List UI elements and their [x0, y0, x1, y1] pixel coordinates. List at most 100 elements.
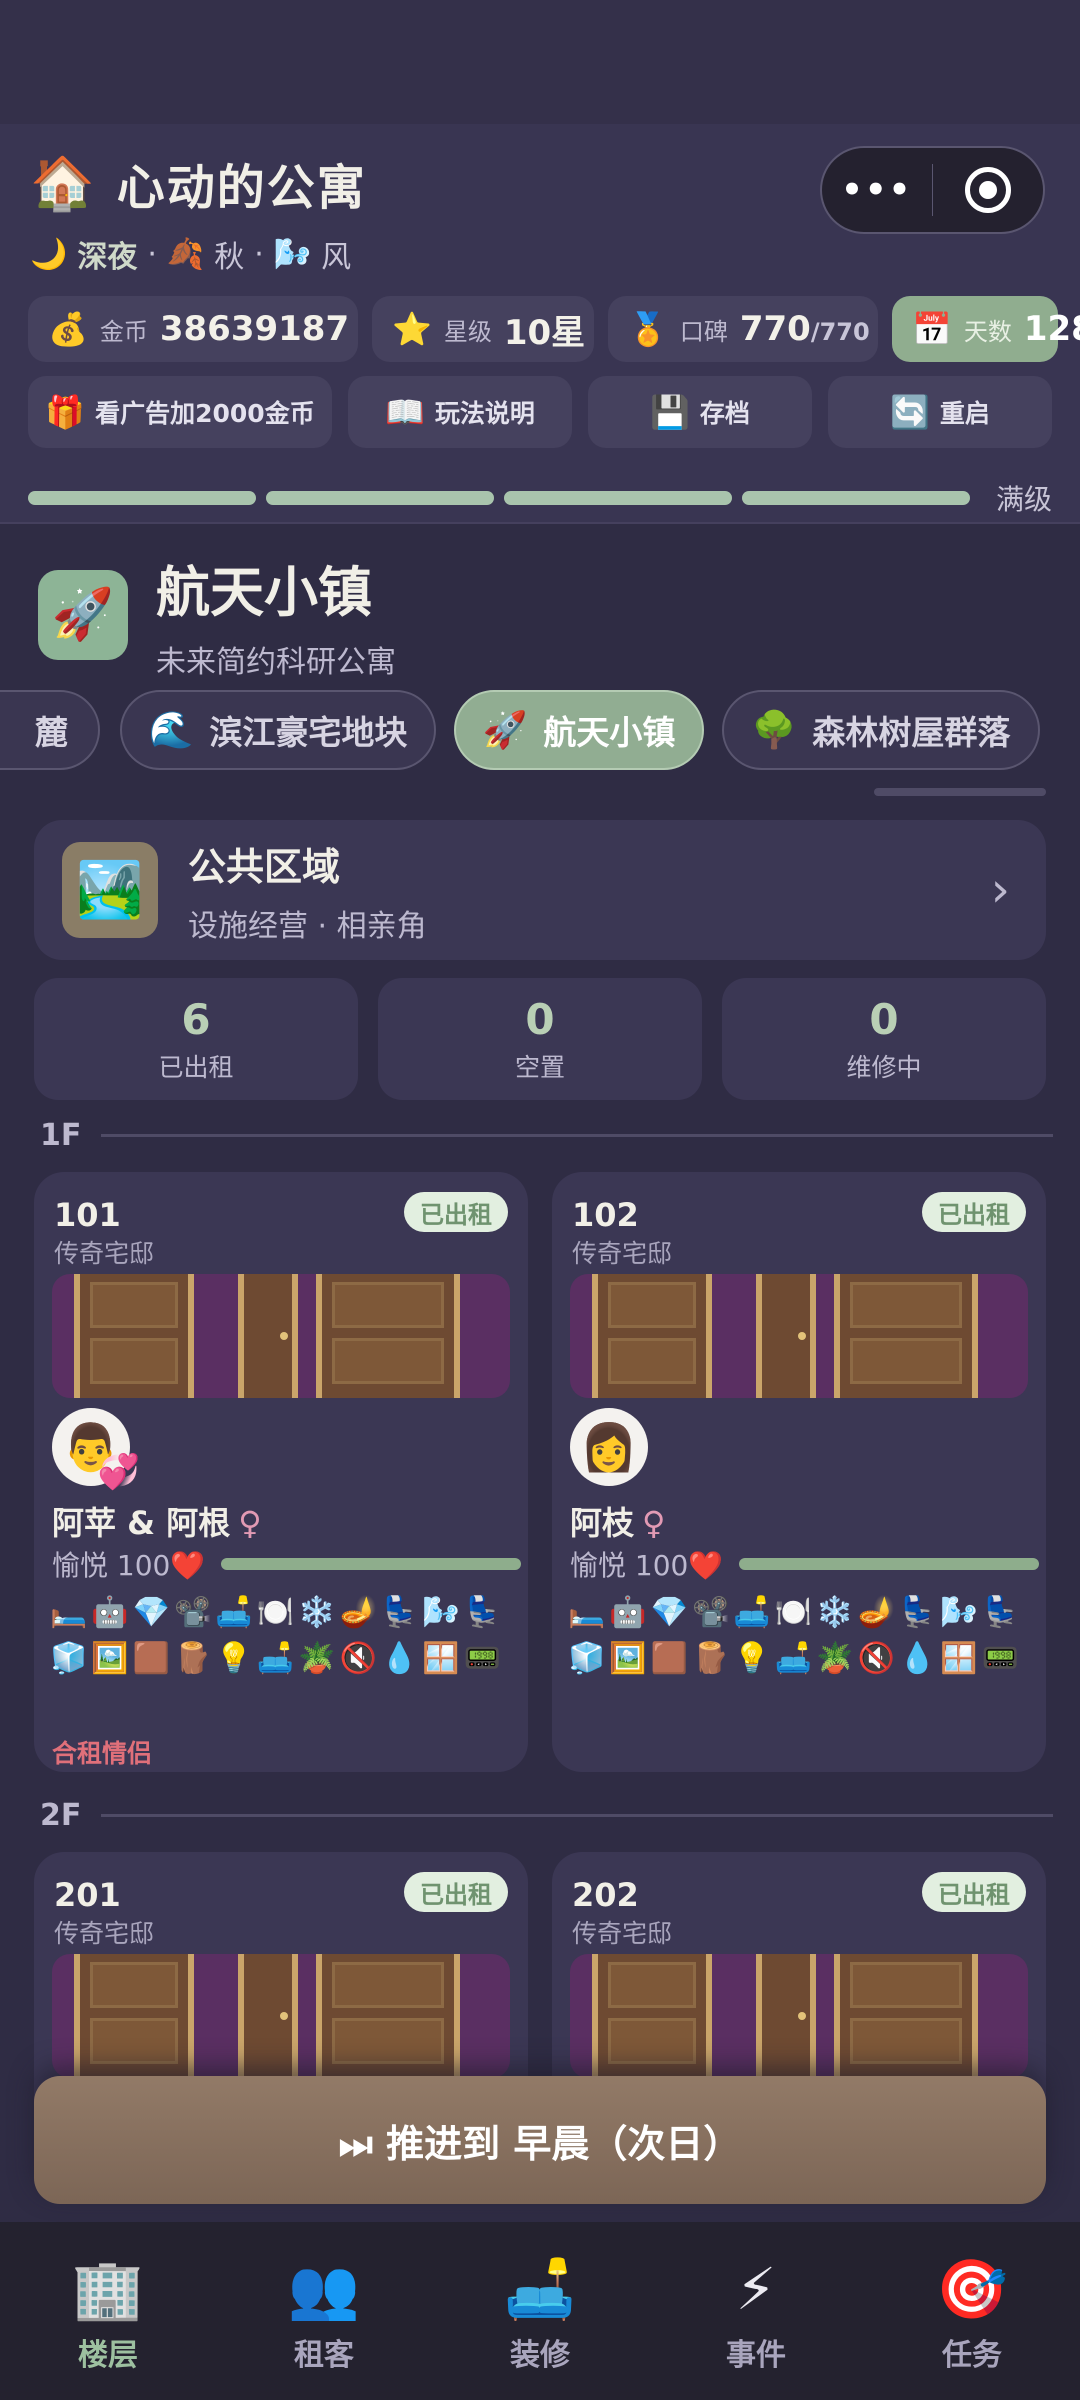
counter-value: 0	[525, 994, 555, 1044]
tab-tasks[interactable]: 🎯 任务	[864, 2222, 1080, 2400]
room-type: 传奇宅邸	[54, 1919, 155, 1948]
mini-program-capsule: •••	[820, 146, 1045, 234]
gift-icon: 🎁	[45, 393, 86, 431]
refresh-icon: 🔄	[890, 393, 930, 431]
wave-icon: 🌊	[148, 710, 194, 751]
tab-label: 事件	[726, 2338, 786, 2373]
watch-ad-button[interactable]: 🎁 看广告加2000金币	[28, 376, 332, 448]
separator: ·	[254, 236, 264, 272]
advance-time-button[interactable]: ⏭ 推进到 早晨（次日）	[34, 2076, 1046, 2204]
room-doors-image	[52, 1274, 510, 1398]
town-subtitle: 未来简约科研公寓	[156, 645, 396, 680]
tenant-avatar: 👨 💞	[52, 1408, 140, 1492]
area-tab-forest[interactable]: 🌳 森林树屋群落	[722, 690, 1040, 770]
area-tab-riverside[interactable]: 🌊 滨江豪宅地块	[120, 690, 436, 770]
star-icon: ⭐	[392, 310, 432, 348]
restart-label: 重启	[939, 399, 990, 428]
status-badge: 已出租	[922, 1872, 1026, 1912]
room-card-102[interactable]: 102 传奇宅邸 已出租 👩 阿枝 ♀ 愉悦 100❤️ 🛏️🤖💎📽️🛋️🍽️❄️…	[552, 1172, 1046, 1772]
repair-counter: 0 维修中	[722, 978, 1046, 1100]
floor-divider	[101, 1814, 1054, 1817]
save-button[interactable]: 💾 存档	[588, 376, 812, 448]
people-icon: 👥	[287, 2255, 361, 2323]
area-scrollbar[interactable]	[874, 788, 1046, 796]
counter-label: 空置	[514, 1052, 565, 1082]
counter-label: 维修中	[846, 1052, 922, 1082]
title-row: 🏠 心动的公寓	[30, 148, 367, 218]
gold-value: 38639187	[159, 309, 350, 349]
room-type: 传奇宅邸	[572, 1919, 673, 1948]
room-number: 201	[54, 1876, 121, 1914]
room-card-101[interactable]: 101 传奇宅邸 已出租 👨 💞 阿苹 & 阿根 ♀ 愉悦 100❤️ 🛏️🤖💎📽…	[34, 1172, 528, 1772]
gold-label: 金币	[99, 317, 148, 346]
public-area-title: 公共区域	[188, 844, 341, 889]
more-options-button[interactable]: •••	[822, 170, 932, 210]
counter-value: 0	[869, 994, 899, 1044]
reputation-stat: 🏅 口碑 770/770	[608, 296, 878, 362]
restart-button[interactable]: 🔄 重启	[828, 376, 1052, 448]
area-tab-space-town[interactable]: 🚀 航天小镇	[454, 690, 704, 770]
hearts-icon: 💞	[97, 1452, 140, 1492]
guide-label: 玩法说明	[434, 399, 535, 428]
town-heading: 🚀 航天小镇 未来简约科研公寓	[38, 548, 396, 681]
days-stat: 📅 天数 128	[892, 296, 1080, 362]
level-segment	[266, 491, 494, 505]
area-label: 麓	[35, 713, 68, 752]
weather: 风	[321, 240, 352, 275]
room-doors-image	[52, 1954, 510, 2078]
reputation-label: 口碑	[679, 317, 728, 346]
tab-floors[interactable]: 🏢 楼层	[0, 2222, 216, 2400]
level-segment	[28, 491, 256, 505]
bottom-tab-bar: 🏢 楼层 👥 租客 🛋️ 装修 ⚡ 事件 🎯 任务	[0, 2222, 1080, 2400]
female-icon: ♀	[642, 1504, 666, 1542]
level-segment	[504, 491, 732, 505]
lightning-icon: ⚡	[735, 2255, 777, 2323]
level-label: 满级	[996, 483, 1053, 516]
star-label: 星级	[443, 317, 492, 346]
area-selector: 麓 🌊 滨江豪宅地块 🚀 航天小镇 🌳 森林树屋群落	[0, 690, 1080, 770]
area-label: 航天小镇	[543, 713, 676, 752]
days-label: 天数	[963, 317, 1012, 346]
level-segment	[742, 491, 970, 505]
tenant-avatar: 👩	[570, 1408, 648, 1486]
save-label: 存档	[699, 399, 750, 428]
tab-decorate[interactable]: 🛋️ 装修	[432, 2222, 648, 2400]
stats-row: 💰 金币 38639187 ⭐ 星级 10星 🏅 口碑 770/770 📅 天数…	[28, 296, 1080, 362]
watch-ad-label: 看广告加2000金币	[95, 399, 315, 428]
app-title: 心动的公寓	[116, 160, 367, 216]
room-number: 101	[54, 1196, 121, 1234]
room-items: 🛏️🤖💎📽️🛋️🍽️❄️🪔💺🌬️💺🧊🖼️🟫🪵💡🛋️🪴🔇💧🪟📟	[568, 1595, 1023, 1676]
room-items: 🛏️🤖💎📽️🛋️🍽️❄️🪔💺🌬️💺🧊🖼️🟫🪵💡🛋️🪴🔇💧🪟📟	[50, 1595, 505, 1676]
room-counters: 6 已出租 0 空置 0 维修中	[34, 978, 1046, 1100]
status-bar	[0, 0, 1080, 124]
vacant-counter: 0 空置	[378, 978, 702, 1100]
close-program-button[interactable]	[933, 167, 1043, 213]
time-weather-info: 🌙 深夜 · 🍂 秋 · 🌬️ 风	[30, 232, 351, 276]
rented-counter: 6 已出租	[34, 978, 358, 1100]
guide-button[interactable]: 📖 玩法说明	[348, 376, 572, 448]
building-icon: 🏢	[71, 2255, 145, 2323]
town-title: 航天小镇	[156, 561, 372, 624]
tenant-mood: 愉悦 100❤️	[52, 1544, 522, 1584]
medal-icon: 🏅	[628, 310, 668, 348]
mood-text: 愉悦 100❤️	[52, 1549, 206, 1582]
money-bag-icon: 💰	[48, 310, 88, 348]
area-tab-partial[interactable]: 麓	[0, 690, 100, 770]
tab-events[interactable]: ⚡ 事件	[648, 2222, 864, 2400]
tenant-name: 阿枝 ♀	[570, 1504, 666, 1542]
leaf-icon: 🍂	[166, 236, 205, 272]
tab-tenants[interactable]: 👥 租客	[216, 2222, 432, 2400]
tab-label: 楼层	[78, 2338, 138, 2373]
book-icon: 📖	[385, 393, 425, 431]
counter-label: 已出租	[158, 1052, 234, 1082]
tab-label: 租客	[294, 2338, 354, 2373]
room-number: 202	[572, 1876, 639, 1914]
tab-label: 任务	[942, 2338, 1002, 2373]
status-badge: 已出租	[922, 1192, 1026, 1232]
tenant-mood: 愉悦 100❤️	[570, 1544, 1040, 1584]
gold-stat: 💰 金币 38639187	[28, 296, 358, 362]
public-area-card[interactable]: 🏞️ 公共区域 设施经营 · 相亲角 ›	[34, 820, 1046, 960]
area-label: 森林树屋群落	[812, 713, 1011, 752]
person-icon: 👩	[580, 1419, 638, 1474]
level-progress: 满级	[28, 478, 1052, 518]
